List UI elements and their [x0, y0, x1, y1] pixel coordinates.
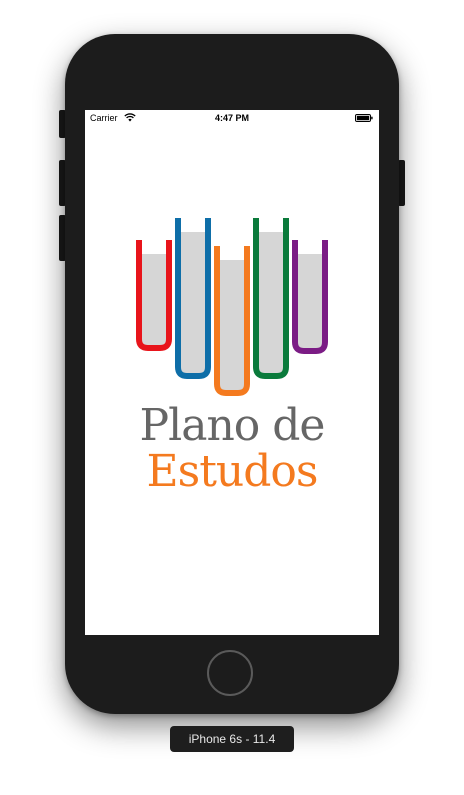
orange-book-icon [214, 246, 250, 396]
status-bar: Carrier 4:47 PM [85, 110, 379, 128]
logo-title-line1: Plano de [139, 400, 326, 451]
status-time: 4:47 PM [214, 113, 249, 123]
device-label: iPhone 6s - 11.4 [170, 726, 294, 752]
home-button[interactable] [207, 650, 253, 696]
books-logo-icon [136, 218, 328, 396]
green-book-icon [253, 218, 289, 379]
purple-book-icon [292, 240, 328, 354]
battery-full-icon [355, 114, 373, 122]
logo-title-line2: Estudos [146, 446, 319, 497]
blue-book-icon [175, 218, 211, 379]
simulator-stage: Carrier 4:47 PM Plano de Estudos iPhone … [0, 0, 464, 795]
app-screen: Carrier 4:47 PM Plano de Estudos [85, 110, 379, 635]
power-button [398, 160, 405, 206]
red-book-icon [136, 240, 172, 351]
